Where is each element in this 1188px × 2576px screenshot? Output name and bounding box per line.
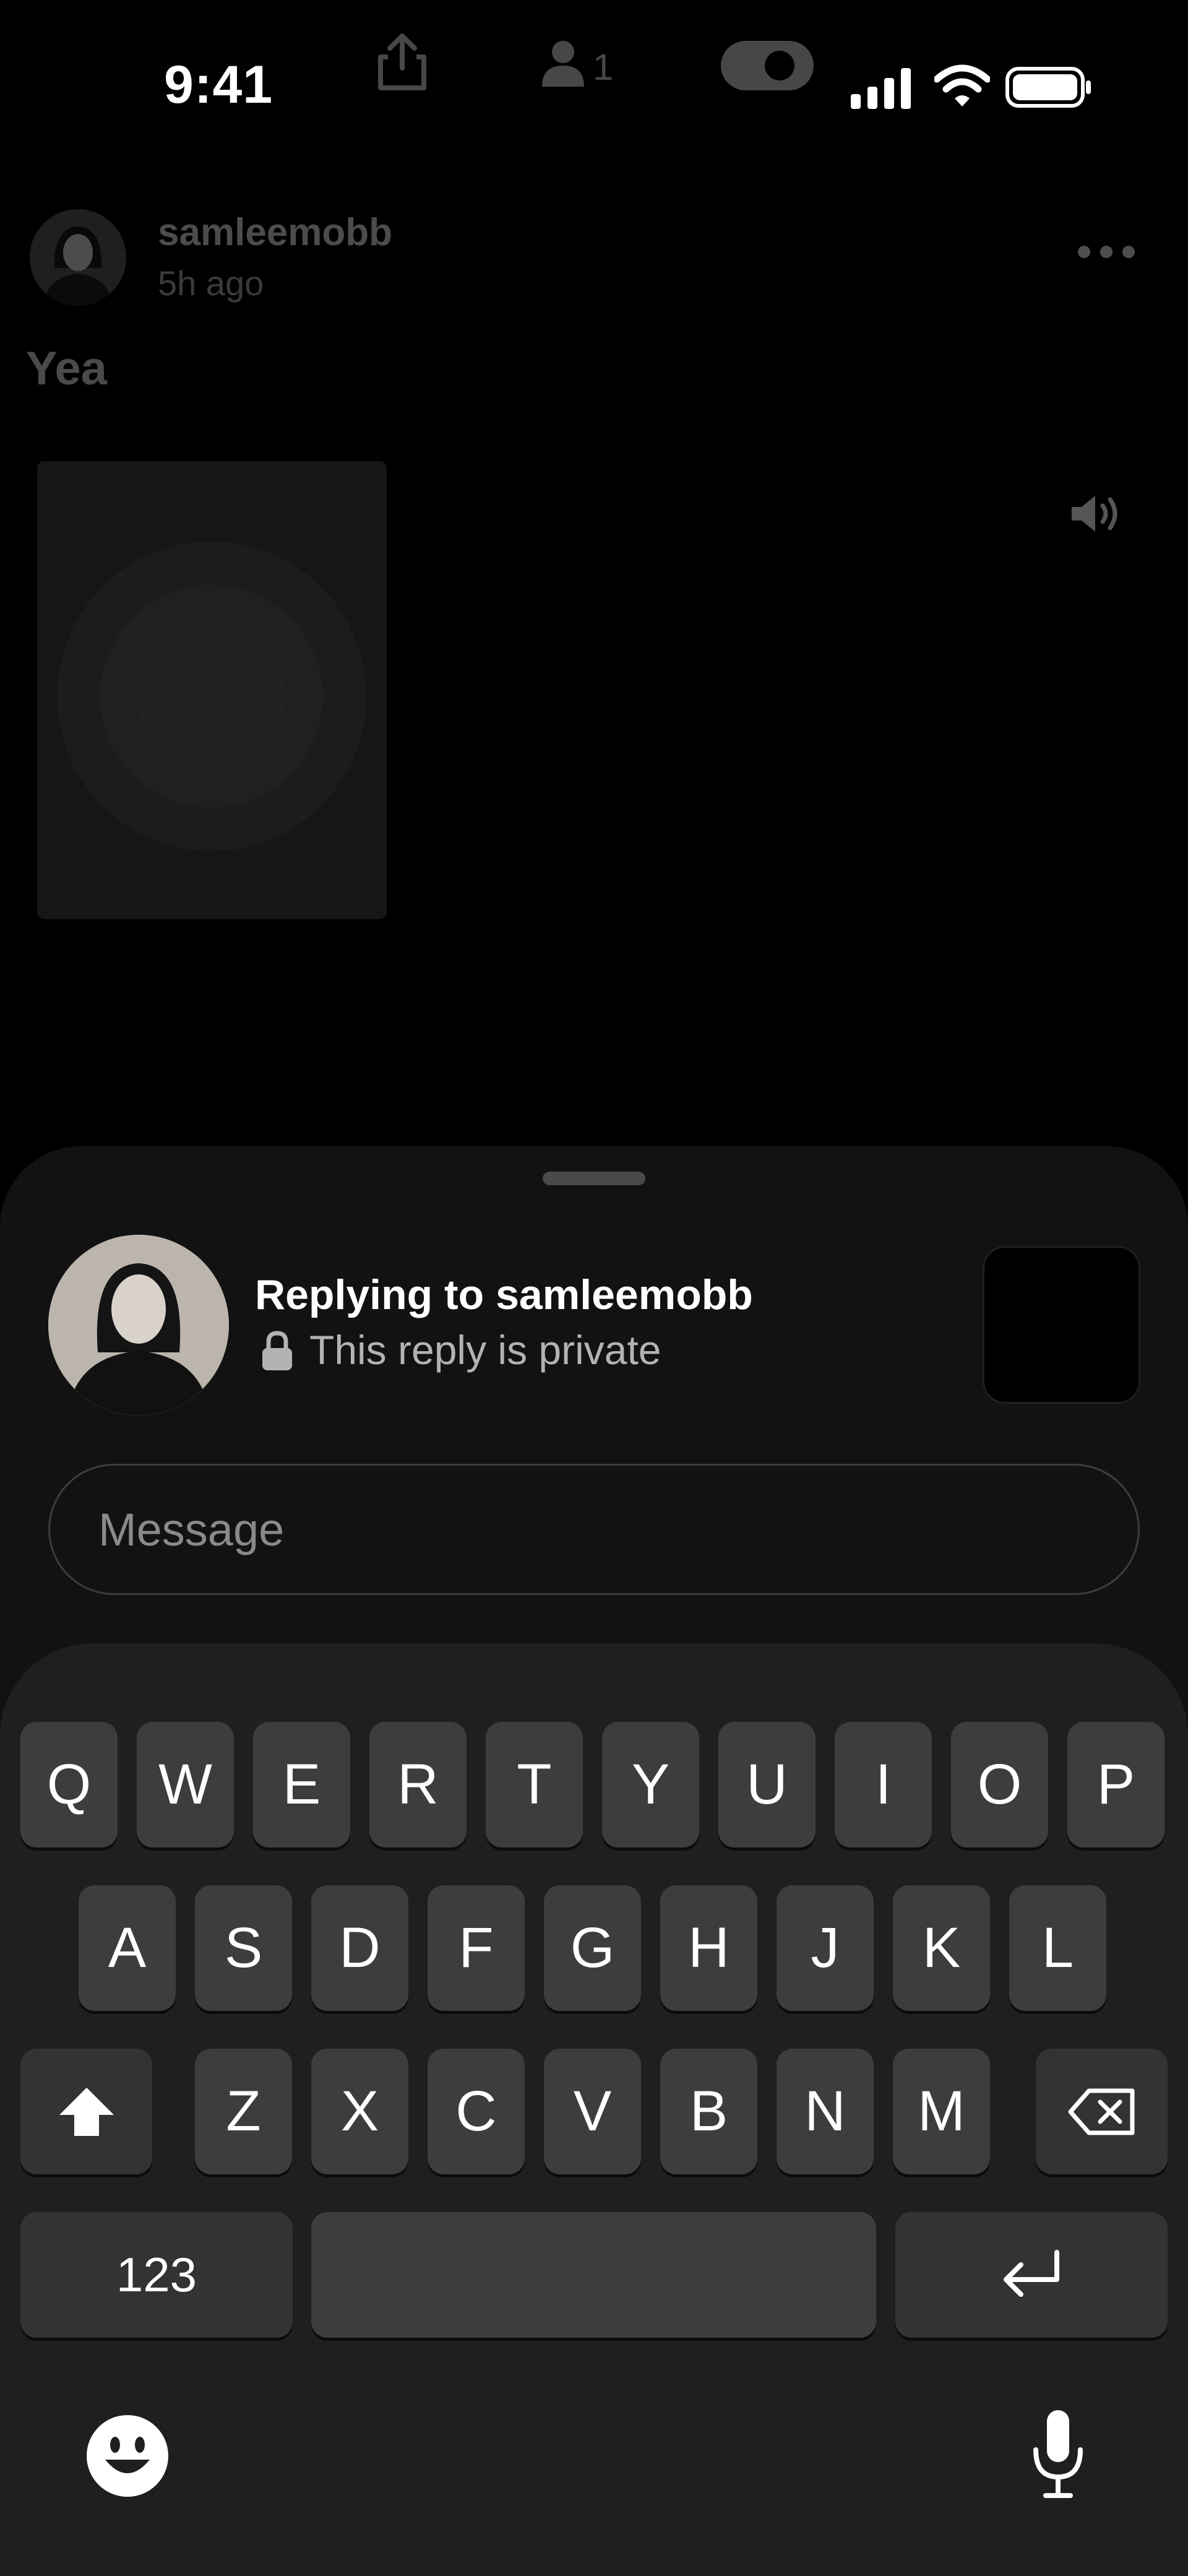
post-caption: Yea xyxy=(26,342,108,395)
key-i[interactable]: I xyxy=(835,1722,932,1848)
key-q[interactable]: Q xyxy=(20,1722,118,1848)
return-key[interactable] xyxy=(895,2212,1168,2338)
reply-privacy-text: This reply is private xyxy=(309,1327,661,1373)
more-icon[interactable] xyxy=(1077,244,1136,259)
key-v[interactable]: V xyxy=(544,2049,641,2174)
reply-media-thumbnail xyxy=(983,1246,1140,1404)
key-d[interactable]: D xyxy=(311,1885,408,2011)
lock-icon xyxy=(262,1331,292,1370)
delete-icon xyxy=(1068,2088,1134,2135)
key-p[interactable]: P xyxy=(1067,1722,1164,1848)
key-l[interactable]: L xyxy=(1009,1885,1106,2011)
post-username[interactable]: samleemobb xyxy=(158,210,392,254)
delete-key[interactable] xyxy=(1036,2049,1168,2174)
camera-pill-icon xyxy=(721,41,814,90)
wifi-icon xyxy=(934,64,990,106)
viewer-count: 1 xyxy=(593,46,614,88)
key-e[interactable]: E xyxy=(253,1722,350,1848)
person-icon xyxy=(542,41,584,87)
key-m[interactable]: M xyxy=(893,2049,990,2174)
key-f[interactable]: F xyxy=(428,1885,525,2011)
share-icon[interactable] xyxy=(374,31,430,93)
key-t[interactable]: T xyxy=(486,1722,583,1848)
post-time: 5h ago xyxy=(158,264,264,303)
space-key[interactable] xyxy=(311,2212,876,2338)
emoji-icon[interactable] xyxy=(85,2414,170,2498)
post-avatar-image xyxy=(30,209,126,306)
key-j[interactable]: J xyxy=(777,1885,874,2011)
key-z[interactable]: Z xyxy=(195,2049,292,2174)
sheet-drag-handle[interactable] xyxy=(543,1172,645,1185)
key-x[interactable]: X xyxy=(311,2049,408,2174)
key-c[interactable]: C xyxy=(428,2049,525,2174)
reply-avatar xyxy=(48,1235,229,1416)
status-time: 9:41 xyxy=(164,55,273,115)
key-w[interactable]: W xyxy=(137,1722,234,1848)
message-input[interactable] xyxy=(48,1464,1140,1595)
return-icon xyxy=(1004,2249,1059,2297)
post-media[interactable] xyxy=(37,461,387,919)
key-h[interactable]: H xyxy=(660,1885,757,2011)
shift-icon xyxy=(59,2087,114,2136)
reply-avatar-image xyxy=(48,1235,229,1416)
key-n[interactable]: N xyxy=(777,2049,874,2174)
key-b[interactable]: B xyxy=(660,2049,757,2174)
key-r[interactable]: R xyxy=(369,1722,467,1848)
key-k[interactable]: K xyxy=(893,1885,990,2011)
key-g[interactable]: G xyxy=(544,1885,641,2011)
post-avatar[interactable] xyxy=(30,209,126,306)
reply-title: Replying to samleemobb xyxy=(255,1271,753,1318)
key-a[interactable]: A xyxy=(79,1885,176,2011)
microphone-icon[interactable] xyxy=(1027,2408,1089,2500)
battery-icon xyxy=(1005,67,1091,108)
volume-icon[interactable] xyxy=(1069,492,1125,535)
post-media-image xyxy=(37,461,387,919)
key-o[interactable]: O xyxy=(951,1722,1048,1848)
numbers-key[interactable]: 123 xyxy=(20,2212,293,2338)
key-u[interactable]: U xyxy=(718,1722,816,1848)
key-y[interactable]: Y xyxy=(602,1722,699,1848)
cellular-signal-icon xyxy=(851,68,911,109)
shift-key[interactable] xyxy=(20,2049,152,2174)
key-s[interactable]: S xyxy=(195,1885,292,2011)
